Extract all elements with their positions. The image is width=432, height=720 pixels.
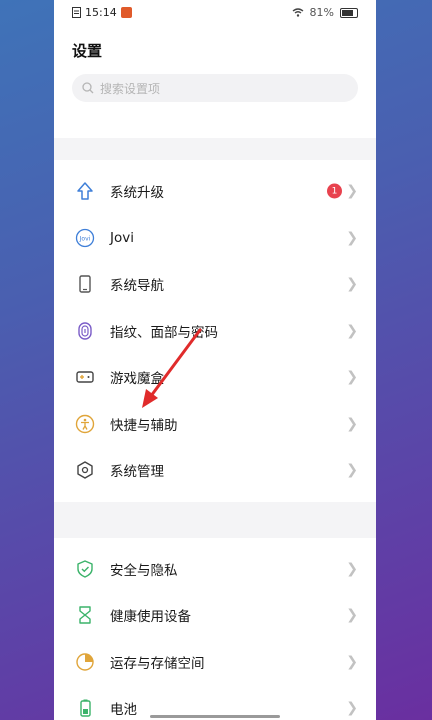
phone-icon: [74, 273, 96, 295]
update-count-badge: 1: [327, 183, 342, 199]
chevron-right-icon: ❯: [346, 415, 358, 432]
chevron-right-icon: ❯: [346, 560, 358, 577]
settings-item-system-update[interactable]: 系统升级 1 ❯: [54, 168, 376, 215]
fingerprint-icon: [74, 320, 96, 342]
battery-icon: [74, 697, 96, 719]
battery-status-icon: [340, 7, 358, 18]
search-placeholder: 搜索设置项: [100, 81, 161, 96]
gamepad-icon: [74, 366, 96, 388]
settings-header: 设置 搜索设置项: [54, 26, 376, 138]
storage-pie-icon: [74, 651, 96, 673]
settings-item-ram-storage[interactable]: 运存与存储空间 ❯: [54, 639, 376, 686]
chevron-right-icon: ❯: [346, 607, 358, 624]
settings-item-security-privacy[interactable]: 安全与隐私 ❯: [54, 546, 376, 593]
file-icon: [72, 7, 81, 18]
status-time: 15:14: [85, 6, 117, 19]
wifi-icon: [292, 8, 303, 17]
settings-item-digital-wellbeing[interactable]: 健康使用设备 ❯: [54, 592, 376, 639]
upload-arrow-icon: [74, 180, 96, 202]
chevron-right-icon: ❯: [346, 369, 358, 386]
shield-check-icon: [74, 558, 96, 580]
page-title: 设置: [72, 42, 103, 60]
status-bar: 15:14 81%: [54, 0, 376, 26]
settings-item-system-management[interactable]: 系统管理 ❯: [54, 447, 376, 494]
hourglass-icon: [74, 604, 96, 626]
settings-item-jovi[interactable]: Jovi Jovi ❯: [54, 215, 376, 262]
chevron-right-icon: ❯: [346, 462, 358, 479]
chevron-right-icon: ❯: [346, 229, 358, 246]
chevron-right-icon: ❯: [346, 276, 358, 293]
settings-item-navigation[interactable]: 系统导航 ❯: [54, 261, 376, 308]
hexagon-gear-icon: [74, 459, 96, 481]
svg-text:Jovi: Jovi: [79, 235, 91, 242]
accessibility-icon: [74, 413, 96, 435]
settings-item-fingerprint[interactable]: 指纹、面部与密码 ❯: [54, 308, 376, 355]
chevron-right-icon: ❯: [346, 653, 358, 670]
battery-percent: 81%: [309, 6, 334, 19]
settings-screen: 15:14 81% 设置 搜索设置项 系统升级 1 ❯ Jovi Jovi ❯ …: [54, 0, 376, 720]
jovi-icon: Jovi: [74, 227, 96, 249]
chevron-right-icon: ❯: [346, 322, 358, 339]
settings-item-game-box[interactable]: 游戏魔盒 ❯: [54, 354, 376, 401]
settings-section-system: 系统升级 1 ❯ Jovi Jovi ❯ 系统导航 ❯ 指纹、面部与密码 ❯ 游…: [54, 160, 376, 502]
chevron-right-icon: ❯: [346, 183, 358, 200]
chevron-right-icon: ❯: [346, 700, 358, 717]
notification-icon: [120, 7, 132, 18]
settings-section-privacy: 安全与隐私 ❯ 健康使用设备 ❯ 运存与存储空间 ❯ 电池 ❯: [54, 537, 376, 720]
search-input[interactable]: 搜索设置项: [72, 74, 358, 102]
settings-item-shortcuts-accessibility[interactable]: 快捷与辅助 ❯: [54, 401, 376, 448]
search-icon: [82, 82, 94, 94]
home-indicator[interactable]: [150, 715, 280, 718]
